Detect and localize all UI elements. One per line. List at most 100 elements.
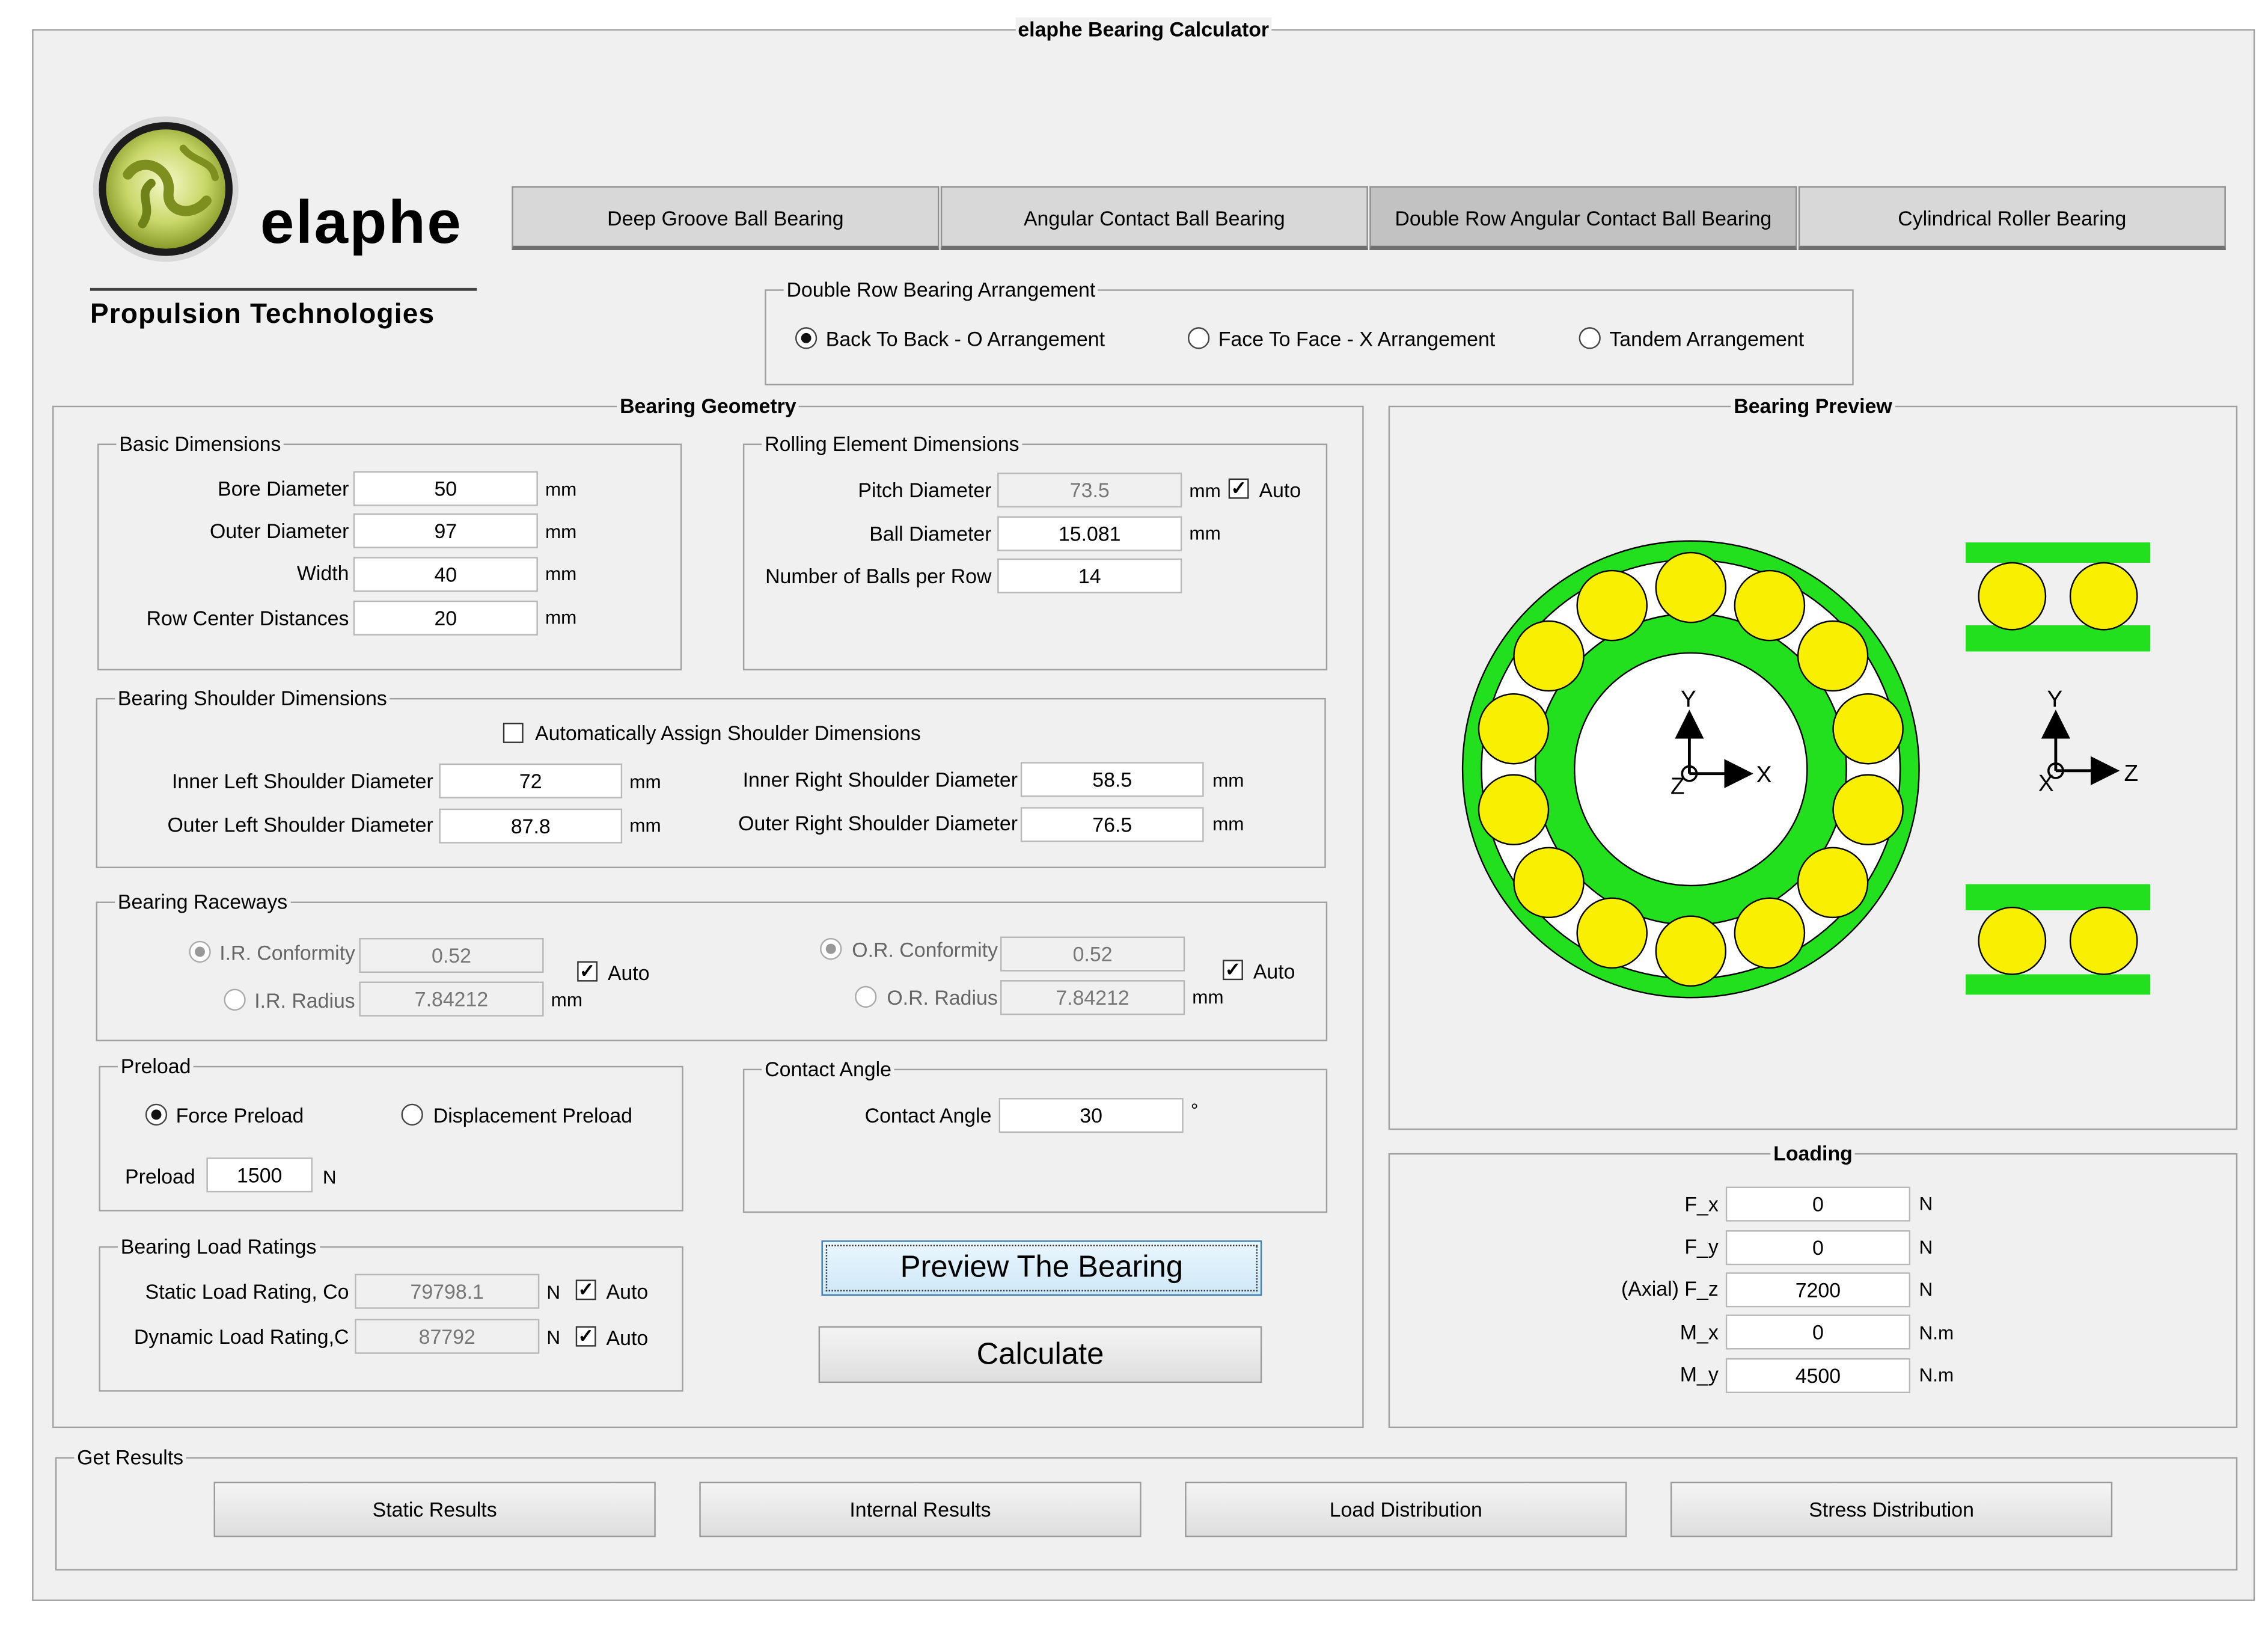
- tab-double-row[interactable]: Double Row Angular Contact Ball Bearing: [1369, 186, 1797, 250]
- displacement-preload-radio[interactable]: [401, 1103, 423, 1126]
- shoulder-title: Bearing Shoulder Dimensions: [115, 686, 390, 710]
- outer-right-shoulder-unit: mm: [1212, 812, 1244, 835]
- brand-divider: [90, 287, 477, 291]
- or-conformity-label: O.R. Conformity: [852, 937, 998, 961]
- inner-left-shoulder-unit: mm: [629, 770, 661, 793]
- rolling-ball: [1513, 847, 1585, 919]
- radio-tandem[interactable]: [1579, 327, 1601, 349]
- inner-left-shoulder-input[interactable]: 72: [439, 763, 623, 798]
- outer-diameter-label: Outer Diameter: [209, 519, 349, 543]
- row-center-input[interactable]: 20: [353, 600, 538, 636]
- rolling-ball: [1832, 693, 1904, 765]
- mx-unit: N.m: [1919, 1322, 1954, 1344]
- rolling-ball: [1734, 897, 1806, 969]
- tab-cylindrical-roller[interactable]: Cylindrical Roller Bearing: [1798, 186, 2226, 250]
- or-radius-radio[interactable]: [855, 985, 877, 1008]
- side-z-label: Z: [2124, 761, 2139, 786]
- contact-angle-input[interactable]: 30: [998, 1098, 1184, 1133]
- contact-angle-unit: °: [1190, 1099, 1199, 1121]
- outer-right-shoulder-input[interactable]: 76.5: [1020, 807, 1204, 842]
- or-radius-input[interactable]: 7.84212: [1000, 980, 1185, 1016]
- inner-right-shoulder-label: Inner Right Shoulder Diameter: [742, 768, 1018, 791]
- static-auto-checkbox[interactable]: ✓: [575, 1279, 596, 1301]
- stress-distribution-button[interactable]: Stress Distribution: [1670, 1481, 2113, 1537]
- ir-radius-radio[interactable]: [224, 988, 246, 1011]
- ir-auto-checkbox[interactable]: ✓: [577, 961, 598, 982]
- static-results-button[interactable]: Static Results: [213, 1481, 656, 1537]
- or-conformity-input[interactable]: 0.52: [1000, 936, 1185, 972]
- inner-left-shoulder-label: Inner Left Shoulder Diameter: [171, 769, 433, 793]
- preview-bearing-button[interactable]: Preview The Bearing: [821, 1240, 1262, 1296]
- calculate-button[interactable]: Calculate: [818, 1326, 1262, 1383]
- side-bottom-ball-right: [2069, 906, 2138, 975]
- width-input[interactable]: 40: [353, 557, 538, 592]
- or-auto-label: Auto: [1253, 960, 1295, 983]
- force-preload-radio[interactable]: [145, 1103, 168, 1126]
- rolling-ball: [1832, 774, 1904, 845]
- ir-radius-label: I.R. Radius: [254, 988, 355, 1013]
- ball-diameter-input[interactable]: 15.081: [997, 516, 1182, 551]
- auto-shoulder-checkbox[interactable]: [503, 723, 524, 743]
- dynamic-rating-input[interactable]: 87792: [355, 1319, 540, 1354]
- or-auto-checkbox[interactable]: ✓: [1223, 960, 1243, 981]
- ir-radius-input[interactable]: 7.84212: [359, 981, 544, 1017]
- radio-back-to-back[interactable]: [795, 327, 818, 349]
- or-conformity-radio[interactable]: [820, 937, 842, 960]
- mx-input[interactable]: 0: [1725, 1314, 1911, 1350]
- radio-face-to-face[interactable]: [1187, 327, 1210, 349]
- pitch-auto-checkbox[interactable]: ✓: [1228, 478, 1249, 499]
- preload-title: Preload: [117, 1054, 194, 1078]
- contact-angle-group: Contact Angle: [742, 1057, 1328, 1213]
- front-y-label: Y: [1681, 686, 1696, 712]
- displacement-preload-label: Displacement Preload: [433, 1103, 633, 1127]
- load-distribution-button[interactable]: Load Distribution: [1185, 1481, 1627, 1537]
- dynamic-auto-checkbox[interactable]: ✓: [575, 1326, 596, 1347]
- mx-label: M_x: [1680, 1320, 1719, 1344]
- width-label: Width: [296, 561, 349, 585]
- side-bottom-ball-left: [1978, 906, 2047, 975]
- my-input[interactable]: 4500: [1725, 1358, 1911, 1394]
- load-ratings-title: Bearing Load Ratings: [117, 1234, 320, 1258]
- front-z-label: Z: [1670, 774, 1685, 800]
- bore-diameter-label: Bore Diameter: [218, 477, 349, 500]
- ball-count-input[interactable]: 14: [997, 558, 1182, 593]
- radio-face-to-face-label: Face To Face - X Arrangement: [1218, 327, 1496, 351]
- fx-input[interactable]: 0: [1725, 1186, 1911, 1222]
- dynamic-rating-label: Dynamic Load Rating,C: [133, 1325, 349, 1349]
- pitch-diameter-input[interactable]: 73.5: [997, 473, 1182, 508]
- rolling-ball: [1655, 915, 1727, 987]
- static-rating-input[interactable]: 79798.1: [355, 1273, 540, 1309]
- row-center-unit: mm: [545, 606, 577, 628]
- fx-unit: N: [1919, 1192, 1933, 1215]
- ball-count-label: Number of Balls per Row: [765, 564, 992, 588]
- internal-results-button[interactable]: Internal Results: [699, 1481, 1142, 1537]
- brand-name: elaphe: [260, 187, 463, 256]
- outer-right-shoulder-label: Outer Right Shoulder Diameter: [738, 811, 1018, 835]
- tab-angular-contact[interactable]: Angular Contact Ball Bearing: [940, 186, 1368, 250]
- side-x-label: X: [2038, 771, 2054, 797]
- bearing-preview-canvas: Y X Z Y Z X: [1461, 540, 2151, 999]
- ir-conformity-input[interactable]: 0.52: [359, 937, 544, 973]
- outer-left-shoulder-input[interactable]: 87.8: [439, 808, 623, 844]
- preload-value-label: Preload: [124, 1165, 195, 1188]
- row-center-label: Row Center Distances: [146, 606, 349, 630]
- side-view-drawing: Y Z X: [1965, 542, 2151, 995]
- ir-conformity-radio[interactable]: [189, 940, 211, 963]
- rolling-ball: [1576, 569, 1648, 642]
- outer-left-shoulder-label: Outer Left Shoulder Diameter: [167, 812, 433, 836]
- raceways-title: Bearing Raceways: [115, 890, 291, 913]
- tab-deep-groove[interactable]: Deep Groove Ball Bearing: [512, 186, 940, 250]
- arrangement-title: Double Row Bearing Arrangement: [783, 277, 1099, 301]
- inner-right-shoulder-input[interactable]: 58.5: [1020, 762, 1204, 797]
- bore-diameter-input[interactable]: 50: [353, 471, 538, 506]
- rolling-ball: [1655, 551, 1727, 624]
- pitch-auto-label: Auto: [1259, 478, 1301, 502]
- outer-diameter-input[interactable]: 97: [353, 513, 538, 548]
- or-radius-unit: mm: [1192, 985, 1224, 1008]
- ball-diameter-unit: mm: [1189, 522, 1221, 544]
- fz-input[interactable]: 7200: [1725, 1272, 1911, 1308]
- fy-input[interactable]: 0: [1725, 1230, 1911, 1266]
- dynamic-rating-unit: N: [546, 1326, 561, 1349]
- preload-input[interactable]: 1500: [206, 1157, 313, 1193]
- fx-label: F_x: [1684, 1192, 1719, 1216]
